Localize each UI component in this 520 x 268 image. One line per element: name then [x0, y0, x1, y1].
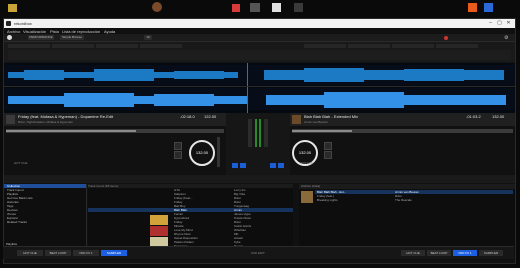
- app-logo-icon: [6, 21, 11, 26]
- track-artist: Riton, Nightcrawlers, Mufasa & Hypeman: [18, 120, 73, 124]
- rekordbox-logo-icon: [7, 35, 12, 40]
- track-info-left: Friday (feat. Mufasa & Hypeman) - Dopami…: [4, 113, 226, 126]
- channel-fader[interactable]: [248, 119, 252, 147]
- artwork-thumb: [150, 226, 168, 236]
- app-icon[interactable]: [294, 3, 303, 12]
- time-remaining: -01:03.2: [466, 114, 481, 119]
- desktop: rekordbox – ▢ ✕ Archivo Visualización Pi…: [0, 0, 520, 268]
- waveform-area[interactable]: [4, 63, 515, 113]
- cue-button[interactable]: [278, 163, 284, 168]
- tree-item[interactable]: Related Tracks: [4, 220, 86, 224]
- track-title: Friday (feat. Mufasa & Hypeman) - Dopami…: [18, 114, 114, 119]
- maximize-icon[interactable]: ▢: [496, 20, 503, 27]
- minimize-icon[interactable]: –: [487, 20, 494, 27]
- app-icon[interactable]: [250, 3, 260, 12]
- fx-slot[interactable]: [96, 44, 138, 48]
- mixer: [226, 113, 290, 175]
- app-icon[interactable]: [232, 4, 240, 12]
- folder-icon[interactable]: [8, 4, 17, 12]
- track-artist: Armin van Buuren: [304, 120, 329, 124]
- app-icon[interactable]: [468, 3, 477, 12]
- track-artist: The Rascals: [395, 198, 412, 202]
- level-meter: [255, 119, 257, 147]
- desktop-icons: [0, 0, 520, 18]
- overview-waveform-right[interactable]: [290, 127, 515, 135]
- pad-mode-pad-fx-left[interactable]: PAD FX 1: [73, 250, 99, 256]
- fx-slot[interactable]: [436, 44, 478, 48]
- sync-button[interactable]: [174, 142, 182, 150]
- artwork-thumb: [6, 115, 15, 124]
- queue-row[interactable]: Breaking Lights The Rascals: [315, 198, 513, 202]
- track-bpm: 132.00: [492, 114, 505, 119]
- artwork-thumb: [150, 215, 168, 225]
- track-info-right: Blah Blah Blah - Extended Mix Armin van …: [290, 113, 515, 126]
- track-title: Breaking Lights: [317, 198, 338, 202]
- playlists-label: Playlists: [6, 242, 18, 246]
- close-icon[interactable]: ✕: [505, 20, 512, 27]
- hot-cue-label: HOT CUE: [300, 161, 314, 165]
- cue-button[interactable]: [240, 163, 246, 168]
- browser-toolbar: [4, 175, 515, 183]
- pad-mode-hot-cue-right[interactable]: HOT CUE: [401, 250, 425, 256]
- fx-slot[interactable]: [8, 44, 50, 48]
- pad-mode-beat-loop-left[interactable]: BEAT LOOP: [45, 250, 71, 256]
- mode-selector[interactable]: PERFORMANCE: [28, 35, 54, 40]
- pad-mode-hot-cue-left[interactable]: HOT CUE: [17, 250, 43, 256]
- fx-slot[interactable]: [52, 44, 94, 48]
- app-icon[interactable]: [152, 2, 162, 12]
- toolbar: PERFORMANCE Simple Browse 10 ⚙: [4, 34, 515, 42]
- cue-button[interactable]: [270, 163, 276, 168]
- artwork-thumb: [292, 115, 301, 124]
- rec-icon[interactable]: [444, 36, 448, 40]
- fx-slot[interactable]: [392, 44, 434, 48]
- preset-selector[interactable]: Simple Browse: [60, 35, 84, 40]
- window-title: rekordbox: [14, 21, 32, 26]
- gear-icon[interactable]: ⚙: [504, 35, 508, 41]
- time-remaining: -02:18.0: [180, 114, 195, 119]
- cue-button[interactable]: [232, 163, 238, 168]
- channel-fader[interactable]: [264, 119, 268, 147]
- master-button[interactable]: [174, 151, 182, 159]
- app-icon[interactable]: [484, 3, 493, 12]
- pad-edit-button[interactable]: PAD EDIT: [243, 250, 273, 256]
- fx-panel: [4, 42, 515, 62]
- pad-mode-pad-fx-right[interactable]: PAD FX 1: [453, 250, 477, 256]
- track-bpm: 122.00: [204, 114, 217, 119]
- deck-left: Friday (feat. Mufasa & Hypeman) - Dopami…: [4, 113, 226, 175]
- title-bar: rekordbox – ▢ ✕: [4, 19, 515, 28]
- rekordbox-window: rekordbox – ▢ ✕ Archivo Visualización Pi…: [3, 18, 516, 264]
- app-icon[interactable]: [272, 3, 281, 12]
- queue-header: Archivo (Cola): [299, 184, 515, 189]
- sync-button[interactable]: [324, 142, 332, 150]
- pad-bar: Playlists HOT CUE BEAT LOOP PAD FX 1 SAM…: [3, 242, 514, 259]
- fx-knob-row: [8, 50, 511, 60]
- pitch-fader-left[interactable]: [217, 137, 220, 167]
- zoom-value[interactable]: 10: [144, 35, 152, 40]
- fx-slot[interactable]: [304, 44, 346, 48]
- artwork-thumb: [301, 191, 313, 203]
- fx-slot[interactable]: [348, 44, 390, 48]
- overview-waveform-left[interactable]: [4, 127, 226, 135]
- jog-wheel-left[interactable]: 132.00: [189, 140, 215, 166]
- level-meter: [259, 119, 261, 147]
- hot-cue-label: HOT CUE: [14, 161, 28, 165]
- pad-mode-sampler-left[interactable]: SAMPLER: [101, 250, 127, 256]
- pad-mode-sampler-right[interactable]: SAMPLER: [479, 250, 503, 256]
- track-title: Blah Blah Blah - Extended Mix: [304, 114, 359, 119]
- master-button[interactable]: [324, 151, 332, 159]
- deck-right: Blah Blah Blah - Extended Mix Armin van …: [290, 113, 515, 175]
- fx-slot[interactable]: [140, 44, 182, 48]
- waveform: [4, 63, 515, 113]
- pad-mode-beat-loop-right[interactable]: BEAT LOOP: [427, 250, 451, 256]
